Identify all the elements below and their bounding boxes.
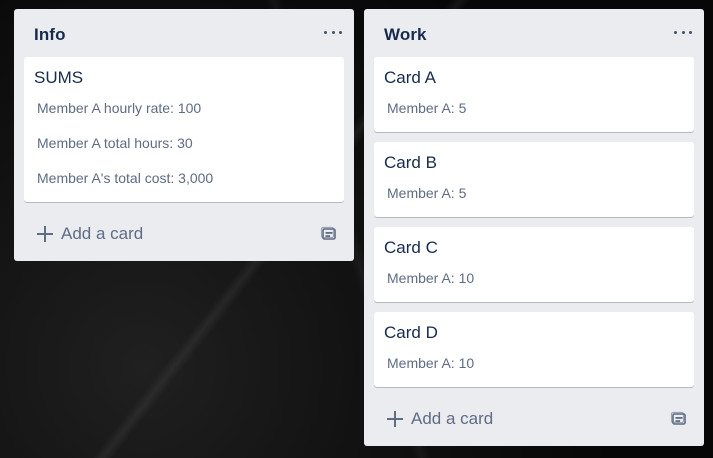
card-text-line: Member A: 10 bbox=[387, 355, 475, 371]
more-horizontal-icon bbox=[689, 30, 692, 34]
plus-icon bbox=[37, 226, 53, 242]
card-template-icon[interactable] bbox=[670, 410, 688, 428]
card-b[interactable]: Card B Member A: 5 bbox=[374, 142, 694, 217]
add-card-button[interactable]: Add a card bbox=[387, 409, 493, 429]
cards-container: Card A Member A: 5 Card B Member A: 5 Ca… bbox=[374, 57, 694, 397]
card-text-line: Member A total hours: 30 bbox=[37, 135, 193, 151]
card-d[interactable]: Card D Member A: 10 bbox=[374, 312, 694, 387]
card-text-line: Member A: 5 bbox=[387, 100, 467, 116]
card-text-line: Member A: 5 bbox=[387, 185, 467, 201]
list-header: Work bbox=[364, 9, 704, 56]
card-template-icon[interactable] bbox=[320, 225, 338, 243]
add-card-row: Add a card bbox=[37, 220, 338, 248]
cards-container: SUMS Member A hourly rate: 100 Member A … bbox=[24, 57, 344, 212]
list-header: Info bbox=[14, 9, 354, 56]
plus-icon bbox=[387, 411, 403, 427]
card-title: Card D bbox=[384, 323, 438, 342]
list-title[interactable]: Info bbox=[34, 25, 66, 45]
more-horizontal-icon bbox=[339, 30, 342, 34]
list-work: Work Card A Member A: 5 Card B Member A:… bbox=[364, 9, 704, 446]
card-sums[interactable]: SUMS Member A hourly rate: 100 Member A … bbox=[24, 57, 344, 202]
add-card-button[interactable]: Add a card bbox=[37, 224, 143, 244]
add-card-label: Add a card bbox=[61, 224, 144, 243]
add-card-row: Add a card bbox=[387, 405, 688, 433]
card-text-line: Member A hourly rate: 100 bbox=[37, 100, 202, 116]
card-title: SUMS bbox=[34, 68, 84, 87]
card-c[interactable]: Card C Member A: 10 bbox=[374, 227, 694, 302]
add-card-label: Add a card bbox=[411, 409, 494, 428]
list-menu-button[interactable] bbox=[324, 27, 342, 37]
more-horizontal-icon bbox=[681, 30, 685, 34]
card-title: Card A bbox=[384, 68, 436, 87]
list-info: Info SUMS Member A hourly rate: 100 Memb… bbox=[14, 9, 354, 261]
list-menu-button[interactable] bbox=[674, 27, 692, 37]
card-title: Card B bbox=[384, 153, 437, 172]
card-text-line: Member A's total cost: 3,000 bbox=[37, 170, 214, 186]
more-horizontal-icon bbox=[324, 30, 327, 34]
card-text-line: Member A: 10 bbox=[387, 270, 475, 286]
more-horizontal-icon bbox=[331, 30, 335, 34]
card-a[interactable]: Card A Member A: 5 bbox=[374, 57, 694, 132]
card-title: Card C bbox=[384, 238, 438, 257]
more-horizontal-icon bbox=[674, 30, 677, 34]
list-title[interactable]: Work bbox=[384, 25, 427, 45]
